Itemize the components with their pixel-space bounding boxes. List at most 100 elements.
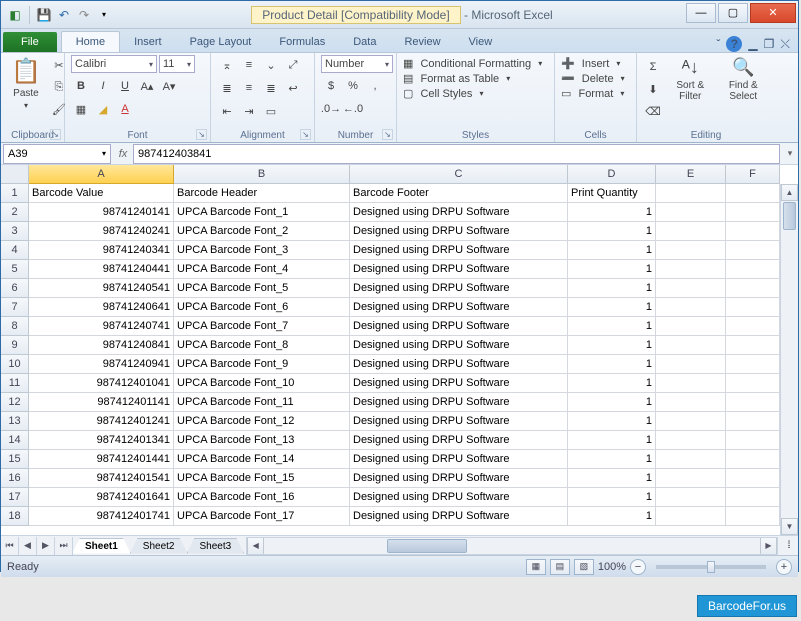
cell[interactable]: Designed using DRPU Software [350,450,568,469]
percent-format-icon[interactable]: % [343,76,363,96]
cell[interactable]: UPCA Barcode Font_6 [174,298,350,317]
row-header[interactable]: 10 [1,355,29,374]
row-header[interactable]: 3 [1,222,29,241]
cell[interactable]: 1 [568,355,656,374]
cell[interactable] [656,203,726,222]
row-header[interactable]: 7 [1,298,29,317]
tab-view[interactable]: View [455,32,507,52]
scroll-thumb[interactable] [783,202,796,230]
cell[interactable]: Designed using DRPU Software [350,317,568,336]
align-center-icon[interactable]: ≡ [239,78,259,98]
cell[interactable]: Designed using DRPU Software [350,336,568,355]
cell[interactable]: 1 [568,241,656,260]
cell[interactable] [726,412,780,431]
increase-indent-icon[interactable]: ⇥ [239,101,259,121]
qat-dropdown-icon[interactable]: ▾ [96,7,112,23]
cell[interactable]: 987412401441 [29,450,174,469]
fill-color-icon[interactable]: ◢ [93,99,113,119]
scroll-left-icon[interactable]: ◀ [247,538,264,554]
cell[interactable]: Print Quantity [568,184,656,203]
zoom-out-button[interactable]: − [630,559,646,575]
cell[interactable]: 98741240241 [29,222,174,241]
font-launcher-icon[interactable]: ↘ [196,129,207,140]
sort-filter-button[interactable]: ᴬ↓ Sort & Filter [667,55,714,129]
row-header[interactable]: 6 [1,279,29,298]
page-layout-view-icon[interactable]: ▤ [550,559,570,575]
undo-icon[interactable]: ↶ [56,7,72,23]
number-format-combo[interactable]: Number▾ [321,55,393,73]
sheet-next-icon[interactable]: ▶ [37,537,55,555]
cell[interactable]: UPCA Barcode Font_12 [174,412,350,431]
row-header[interactable]: 14 [1,431,29,450]
cell[interactable]: 98741240541 [29,279,174,298]
autosum-icon[interactable]: Σ [643,57,663,77]
format-cells-button[interactable]: ▭ Format ▾ [561,87,630,100]
zoom-level[interactable]: 100% [598,561,626,573]
cell[interactable] [656,412,726,431]
row-header[interactable]: 11 [1,374,29,393]
row-header[interactable]: 4 [1,241,29,260]
cell[interactable] [656,469,726,488]
cell[interactable]: UPCA Barcode Font_7 [174,317,350,336]
cell[interactable]: 98741240841 [29,336,174,355]
cell[interactable] [726,336,780,355]
cell[interactable]: Designed using DRPU Software [350,488,568,507]
normal-view-icon[interactable]: ▦ [526,559,546,575]
orientation-icon[interactable]: ⤢ [283,55,303,75]
tab-review[interactable]: Review [390,32,454,52]
row-header[interactable]: 8 [1,317,29,336]
scroll-right-icon[interactable]: ▶ [760,538,777,554]
tab-page-layout[interactable]: Page Layout [176,32,266,52]
row-header[interactable]: 2 [1,203,29,222]
cell[interactable] [726,298,780,317]
cell[interactable]: 1 [568,298,656,317]
close-button[interactable]: ✕ [750,3,796,23]
align-top-icon[interactable]: ⌅ [217,55,237,75]
font-name-combo[interactable]: Calibri▾ [71,55,157,73]
paste-button[interactable]: 📋 Paste ▾ [7,55,45,129]
col-header-C[interactable]: C [350,165,568,184]
row-header[interactable]: 9 [1,336,29,355]
sheet-first-icon[interactable]: ⏮ [1,537,19,555]
alignment-launcher-icon[interactable]: ↘ [300,129,311,140]
wrap-text-icon[interactable]: ↩ [283,78,303,98]
cell[interactable] [656,450,726,469]
number-launcher-icon[interactable]: ↘ [382,129,393,140]
cell[interactable]: Barcode Header [174,184,350,203]
conditional-formatting-button[interactable]: ▦ Conditional Formatting ▾ [403,57,548,70]
cell[interactable] [656,393,726,412]
row-header[interactable]: 16 [1,469,29,488]
cell[interactable]: 987412401341 [29,431,174,450]
cell[interactable] [726,431,780,450]
decrease-decimal-icon[interactable]: ←.0 [343,99,363,119]
borders-icon[interactable]: ▦ [71,99,91,119]
cell[interactable]: Barcode Footer [350,184,568,203]
cell[interactable] [726,469,780,488]
clipboard-launcher-icon[interactable]: ↘ [50,129,61,140]
shrink-font-icon[interactable]: A▾ [159,76,179,96]
cell[interactable]: Designed using DRPU Software [350,241,568,260]
col-header-E[interactable]: E [656,165,726,184]
cell[interactable] [656,241,726,260]
cell[interactable] [726,317,780,336]
sheet-last-icon[interactable]: ⏭ [55,537,73,555]
cell[interactable] [656,279,726,298]
cell[interactable]: 1 [568,469,656,488]
cell[interactable] [726,355,780,374]
cell[interactable]: Designed using DRPU Software [350,298,568,317]
cell[interactable] [726,184,780,203]
cell[interactable]: UPCA Barcode Font_17 [174,507,350,526]
cell[interactable] [726,507,780,526]
cell[interactable] [656,488,726,507]
cell[interactable]: Designed using DRPU Software [350,412,568,431]
row-header[interactable]: 17 [1,488,29,507]
cell[interactable] [656,298,726,317]
ribbon-minimize-icon[interactable]: ˇ [716,37,720,51]
mdi-restore-icon[interactable]: ❐ [764,37,775,51]
align-middle-icon[interactable]: ≡ [239,55,259,75]
cell[interactable] [726,488,780,507]
sheet-tab[interactable]: Sheet3 [187,538,245,554]
cell[interactable]: 987412401141 [29,393,174,412]
align-bottom-icon[interactable]: ⌄ [261,55,281,75]
cell[interactable]: Designed using DRPU Software [350,507,568,526]
